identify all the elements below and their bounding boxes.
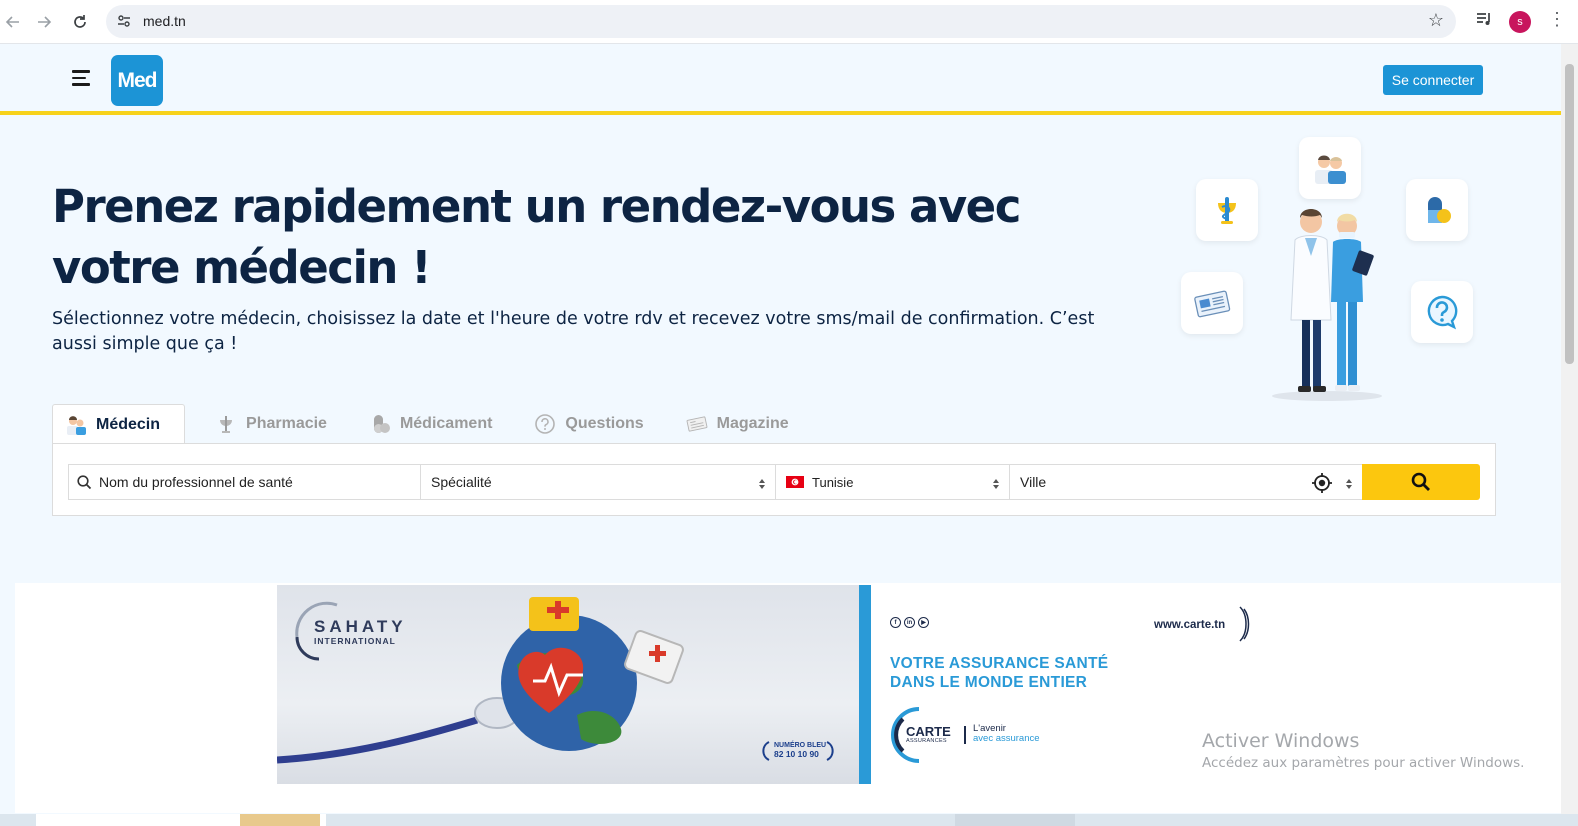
ad-banner-image: SAHATY INTERNATIONAL NUMÉRO BLEU 82 10 1… [277,585,859,784]
tab-pharmacie-label: Pharmacie [246,415,327,432]
website-text: www.carte.tn [1154,619,1226,631]
scrollbar-thumb[interactable] [1565,64,1574,364]
specialty-select[interactable]: Spécialité [420,464,776,500]
site-settings-icon[interactable] [116,13,132,29]
taskbar [0,814,1578,826]
carte-divider [964,726,966,744]
tab-magazine[interactable]: Magazine [674,404,801,444]
tab-medicament[interactable]: Médicament [357,404,504,444]
search-button[interactable] [1362,464,1480,500]
profile-avatar[interactable]: s [1509,11,1531,33]
globe-stethoscope-image [277,597,834,764]
med-logo[interactable]: Med [111,55,163,106]
taskbar-item[interactable] [240,814,320,826]
doctor-name-field[interactable]: Nom du professionnel de santé [68,464,421,500]
numero-value: 82 10 10 90 [774,749,819,759]
tab-questions-label: Questions [565,415,644,432]
page-scrollbar[interactable] [1561,44,1578,814]
numero-bleu: NUMÉRO BLEU 82 10 10 90 [774,742,826,758]
search-tabs: Médecin Pharmacie Médicament Questions M… [52,404,819,444]
select-arrows-icon [758,477,766,489]
bookmark-star-icon[interactable]: ☆ [1428,10,1444,31]
login-button[interactable]: Se connecter [1383,65,1483,95]
tab-medecin-label: Médecin [96,415,161,433]
slogan-line2: avec assurance [973,733,1040,744]
search-icon [1411,472,1431,492]
sahaty-logo: SAHATY [314,617,407,636]
ad-banner[interactable]: SAHATY INTERNATIONAL NUMÉRO BLEU 82 10 1… [277,585,1271,784]
taskbar-item[interactable] [955,814,1075,826]
url-text[interactable]: med.tn [143,13,186,29]
hamburger-menu-icon[interactable] [72,70,90,86]
search-panel: Nom du professionnel de santé Spécialité… [52,443,1496,516]
carte-subtitle: ASSURANCES [906,738,947,744]
select-arrows-icon [992,477,1000,489]
doctor-name-placeholder: Nom du professionnel de santé [99,474,293,490]
pill-icon [369,413,391,435]
forward-icon[interactable] [31,9,57,35]
reload-icon[interactable] [67,9,93,35]
question-card-icon [1411,281,1473,343]
ad-headline-line1: VOTRE ASSURANCE SANTÉ [890,655,1109,672]
city-field[interactable]: Ville [1009,464,1363,500]
newspaper-card-icon [1181,272,1243,334]
geolocate-icon[interactable] [1311,472,1333,494]
bracket-decoration-icon [1239,606,1250,642]
banner-stripe [859,585,871,784]
tab-questions[interactable]: Questions [522,404,655,444]
city-placeholder: Ville [1020,474,1047,490]
select-arrows-icon [1345,477,1353,489]
tunisia-flag-icon [786,476,804,488]
pharmacy-icon [215,413,237,435]
browser-menu-icon[interactable]: ⋮ [1548,9,1566,30]
linkedin-icon[interactable]: in [904,617,915,628]
page-subtitle: Sélectionnez votre médecin, choisissez l… [52,309,1095,354]
sahaty-subtitle: INTERNATIONAL [314,636,396,646]
tab-magazine-label: Magazine [716,415,789,432]
back-icon[interactable] [0,9,26,35]
ad-headline-line2: DANS LE MONDE ENTIER [890,674,1088,691]
facebook-icon[interactable]: f [890,617,901,628]
tab-medicament-label: Médicament [399,415,493,432]
hero-illustration [1175,130,1485,405]
pharmacy-card-icon [1196,179,1258,241]
doctor-icon [65,414,87,436]
address-bar[interactable]: med.tn ☆ [106,5,1456,38]
tab-medecin[interactable]: Médecin [52,404,186,444]
specialty-value: Spécialité [431,474,492,490]
search-icon [77,474,92,490]
country-value: Tunisie [812,474,854,490]
site-header: Med Se connecter [0,45,1561,115]
doctors-figure [1267,202,1387,402]
page-title: Prenez rapidement un rendez-vous avec vo… [52,180,1021,294]
ad-headline: VOTRE ASSURANCE SANTÉ DANS LE MONDE ENTI… [890,654,1108,692]
social-icons: f in ▶ [890,617,929,628]
tab-pharmacie[interactable]: Pharmacie [203,404,339,444]
newspaper-icon [686,413,708,435]
doctors-icon [1299,137,1361,199]
pill-card-icon [1406,179,1468,241]
country-select[interactable]: Tunisie [775,464,1010,500]
question-icon [534,413,556,435]
browser-toolbar: med.tn ☆ s ⋮ [0,0,1578,44]
media-control-icon[interactable] [1474,9,1494,34]
activation-watermark-title: Activer Windows [1202,730,1360,752]
activation-watermark-text: Accédez aux paramètres pour activer Wind… [1202,755,1525,771]
youtube-icon[interactable]: ▶ [918,617,929,628]
carte-logo: CARTE [906,724,951,739]
